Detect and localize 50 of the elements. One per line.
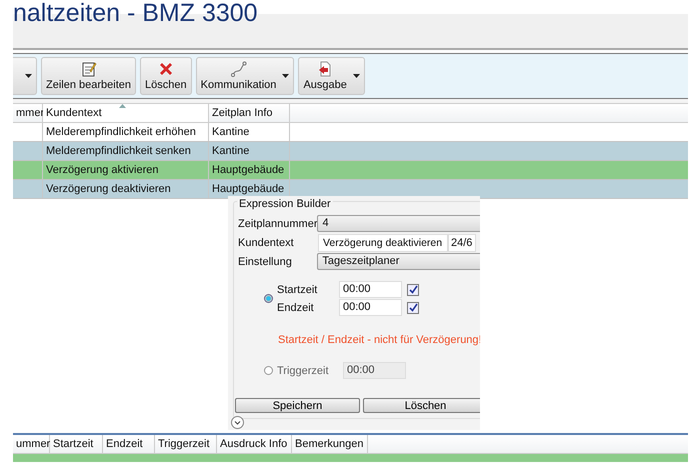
field-label: Endzeit	[277, 302, 315, 314]
toolbar-button[interactable]: Ausgabe	[298, 57, 365, 95]
column-header[interactable]: Endzeit	[103, 435, 155, 453]
dropdown[interactable]: Tageszeitplaner	[317, 253, 480, 270]
dropdown-arrow-icon	[282, 74, 290, 78]
dialog-button[interactable]: Speichern	[235, 398, 360, 413]
column-header[interactable]: ummer	[13, 435, 50, 453]
sort-arrow-icon	[119, 104, 126, 108]
table-cell: Melderempfindlichkeit erhöhen	[43, 123, 209, 141]
table-cell: Verzögerung deaktivieren	[43, 180, 209, 198]
table-row[interactable]: Verzögerung aktivieren Hauptgebäude	[13, 161, 688, 180]
x-icon	[158, 61, 174, 77]
dialog-button[interactable]: Löschen	[363, 398, 480, 413]
text-field[interactable]: 24/6	[448, 234, 476, 252]
document-arrow-icon	[317, 61, 334, 77]
dropdown-arrow-icon	[352, 74, 360, 78]
table-row[interactable]: Verzögerung deaktivieren Hauptgebäude	[13, 180, 688, 199]
table-cell: Hauptgebäude	[209, 161, 290, 179]
column-header[interactable]: Triggerzeit	[155, 435, 217, 453]
field-label: Einstellung	[238, 256, 293, 268]
time-field[interactable]: 00:00	[339, 281, 402, 298]
toolbar-button[interactable]: Zeilen bearbeiten	[41, 57, 136, 95]
radio-button[interactable]	[264, 294, 273, 303]
column-header[interactable]: Startzeit	[50, 435, 103, 453]
toolbar-button[interactable]: Löschen	[140, 57, 192, 95]
checkbox[interactable]	[407, 284, 419, 296]
dropdown[interactable]: 4	[317, 215, 480, 232]
field-label: Kundentext	[238, 236, 295, 248]
text-field[interactable]: Verzögerung deaktivieren	[318, 234, 448, 252]
checkbox[interactable]	[407, 302, 419, 314]
column-header[interactable]: Ausdruck Info	[217, 435, 292, 453]
table-cell: Kantine	[209, 123, 290, 141]
field-label: Triggerzeit	[277, 364, 330, 376]
notepad-icon	[80, 61, 96, 77]
table-cell: Melderempfindlichkeit senken	[43, 142, 209, 160]
table-row[interactable]: Melderempfindlichkeit senken Kantine	[13, 142, 688, 161]
column-header[interactable]: Zeitplan Info	[209, 104, 290, 122]
dropdown-arrow-icon	[25, 74, 32, 78]
time-field[interactable]: 00:00	[339, 299, 402, 316]
window-title: naltzeiten - BMZ 3300	[13, 0, 258, 26]
connector-icon	[230, 61, 248, 77]
toolbar-button[interactable]: Kommunikation	[196, 57, 294, 95]
table-cell: Verzögerung aktivieren	[43, 161, 209, 179]
group-title: Expression Builder	[237, 198, 333, 210]
field-label: Zeitplannummer	[238, 218, 318, 230]
column-header[interactable]: Bemerkungen	[292, 435, 368, 453]
table-row[interactable]: Melderempfindlichkeit erhöhen Kantine	[13, 123, 688, 142]
field-label: Startzeit	[277, 284, 318, 296]
column-header[interactable]: Kundentext	[43, 104, 209, 122]
table-cell: Kantine	[209, 142, 290, 160]
